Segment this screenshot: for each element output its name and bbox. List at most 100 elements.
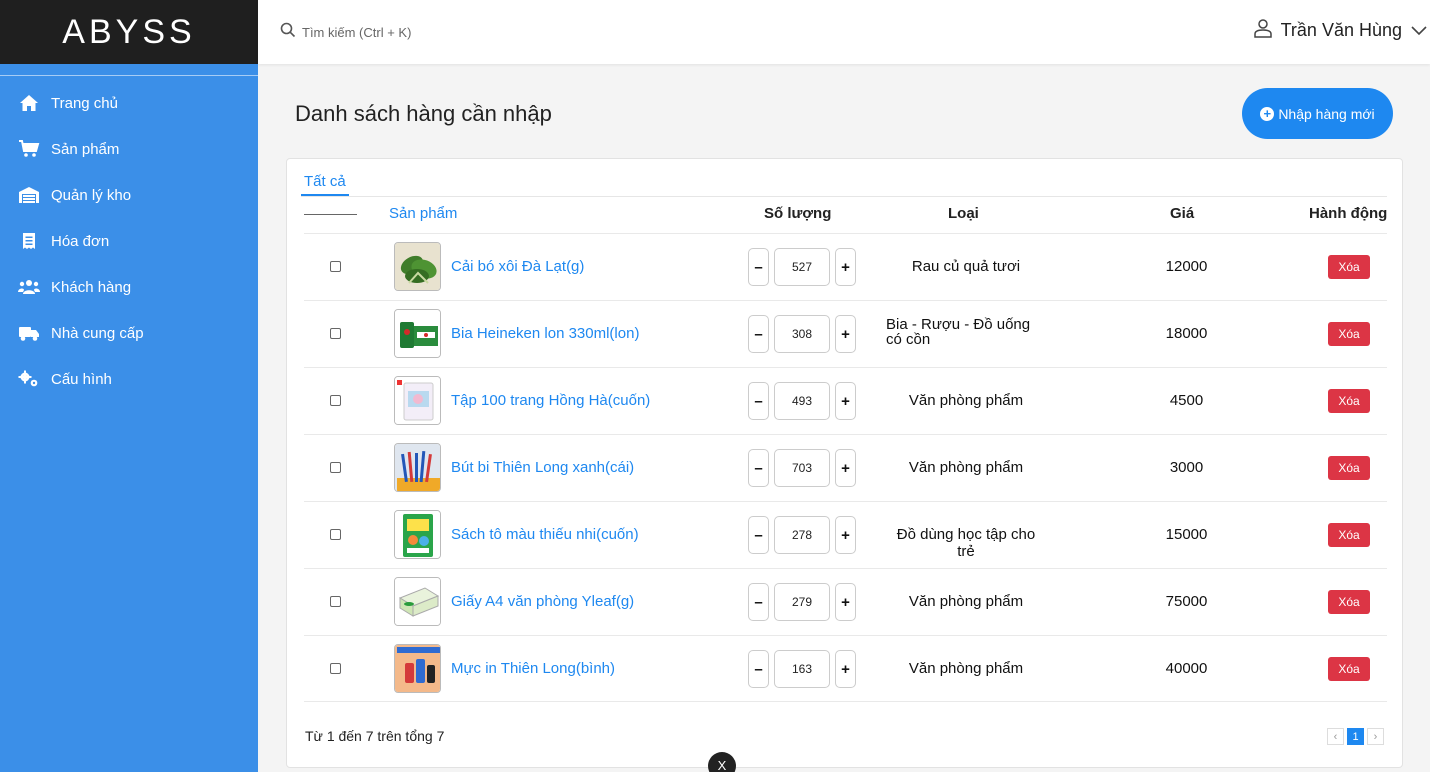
table-row: Bút bi Thiên Long xanh(cái) – + Văn phòn… [304, 434, 1387, 501]
quantity-input[interactable] [774, 382, 830, 420]
product-name-link[interactable]: Tập 100 trang Hồng Hà(cuốn) [451, 392, 650, 409]
users-icon [18, 276, 40, 298]
product-name-link[interactable]: Bút bi Thiên Long xanh(cái) [451, 459, 634, 476]
row-checkbox[interactable] [330, 395, 341, 406]
sidebar-item-customers[interactable]: Khách hàng [18, 276, 131, 298]
sidebar-item-label: Hóa đơn [51, 232, 110, 250]
product-thumbnail [394, 577, 441, 626]
table-header: Sản phẩm Số lượng Loại Giá Hành động [304, 199, 1404, 233]
row-checkbox[interactable] [330, 462, 341, 473]
home-icon [18, 92, 40, 114]
table-row: Cải bó xôi Đà Lạt(g) – + Rau củ quả tươi… [304, 233, 1387, 300]
column-header-product[interactable]: Sản phẩm [389, 205, 457, 222]
sidebar-item-settings[interactable]: Cấu hình [18, 368, 112, 390]
user-menu[interactable]: Trần Văn Hùng [1253, 18, 1430, 43]
product-category: Văn phòng phẩm [908, 593, 1024, 610]
cart-icon [18, 138, 40, 160]
delete-button[interactable]: Xóa [1328, 590, 1370, 614]
product-category: Đồ dùng học tập cho trẻ [896, 526, 1036, 560]
plus-circle-icon: + [1260, 106, 1275, 121]
sidebar-item-suppliers[interactable]: Nhà cung cấp [18, 322, 144, 344]
sidebar-item-warehouse[interactable]: Quản lý kho [18, 184, 131, 206]
app-logo[interactable]: ABYSS [62, 13, 195, 52]
increase-quantity-button[interactable]: + [835, 516, 856, 554]
quantity-input[interactable] [774, 650, 830, 688]
decrease-quantity-button[interactable]: – [748, 382, 769, 420]
product-name-link[interactable]: Bia Heineken lon 330ml(lon) [451, 325, 639, 342]
sidebar-item-label: Quản lý kho [51, 186, 132, 204]
quantity-input[interactable] [774, 315, 830, 353]
delete-button[interactable]: Xóa [1328, 255, 1370, 279]
sidebar-item-invoices[interactable]: Hóa đơn [18, 230, 109, 252]
next-page-button[interactable]: › [1367, 728, 1384, 745]
user-name: Trần Văn Hùng [1280, 20, 1402, 40]
column-header-category: Loại [948, 205, 979, 222]
logo-bar: ABYSS [0, 0, 258, 64]
increase-quantity-button[interactable]: + [835, 583, 856, 621]
sidebar [0, 64, 258, 772]
row-checkbox[interactable] [330, 261, 341, 272]
decrease-quantity-button[interactable]: – [748, 449, 769, 487]
row-checkbox[interactable] [330, 596, 341, 607]
new-import-button[interactable]: + Nhập hàng mới [1242, 88, 1393, 139]
column-header-price: Giá [1170, 205, 1195, 222]
product-price: 4500 [1169, 392, 1204, 409]
tab-all[interactable]: Tất cả [301, 173, 349, 196]
select-all-column-header [304, 214, 357, 215]
product-category: Văn phòng phẩm [908, 660, 1024, 677]
sidebar-item-label: Khách hàng [51, 278, 132, 296]
sidebar-item-products[interactable]: Sản phẩm [18, 138, 119, 160]
product-category: Văn phòng phẩm [908, 459, 1024, 476]
new-import-label: Nhập hàng mới [1278, 105, 1375, 122]
page-button[interactable]: 1 [1347, 728, 1364, 745]
search-icon [280, 22, 296, 43]
increase-quantity-button[interactable]: + [835, 382, 856, 420]
search-input[interactable] [302, 25, 602, 40]
top-header: Trần Văn Hùng [258, 0, 1430, 64]
product-category: Văn phòng phẩm [908, 392, 1024, 409]
quantity-input[interactable] [774, 449, 830, 487]
product-price: 15000 [1165, 526, 1208, 543]
row-checkbox[interactable] [330, 328, 341, 339]
quantity-input[interactable] [774, 248, 830, 286]
delete-button[interactable]: Xóa [1328, 389, 1370, 413]
quantity-input[interactable] [774, 516, 830, 554]
product-thumbnail [394, 644, 441, 693]
decrease-quantity-button[interactable]: – [748, 516, 769, 554]
chevron-down-icon [1410, 20, 1428, 41]
quantity-input[interactable] [774, 583, 830, 621]
delete-button[interactable]: Xóa [1328, 322, 1370, 346]
decrease-quantity-button[interactable]: – [748, 315, 769, 353]
row-checkbox[interactable] [330, 529, 341, 540]
product-thumbnail [394, 309, 441, 358]
product-name-link[interactable]: Cải bó xôi Đà Lạt(g) [451, 258, 584, 275]
decrease-quantity-button[interactable]: – [748, 583, 769, 621]
warehouse-icon [18, 184, 40, 206]
product-category: Rau củ quả tươi [911, 258, 1021, 275]
decrease-quantity-button[interactable]: – [748, 650, 769, 688]
increase-quantity-button[interactable]: + [835, 449, 856, 487]
increase-quantity-button[interactable]: + [835, 650, 856, 688]
product-category: Bia - Rượu - Đồ uống có cồn [886, 316, 1031, 348]
floating-close-button[interactable]: X [708, 752, 736, 772]
table-row: Sách tô màu thiếu nhi(cuốn) – + Đồ dùng … [304, 501, 1387, 568]
prev-page-button[interactable]: ‹ [1327, 728, 1344, 745]
invoice-icon [18, 230, 40, 252]
product-name-link[interactable]: Sách tô màu thiếu nhi(cuốn) [451, 526, 639, 543]
sidebar-item-label: Nhà cung cấp [51, 324, 144, 342]
increase-quantity-button[interactable]: + [835, 248, 856, 286]
sidebar-item-label: Cấu hình [51, 370, 112, 388]
sidebar-item-home[interactable]: Trang chủ [18, 92, 118, 114]
increase-quantity-button[interactable]: + [835, 315, 856, 353]
pagination: ‹ 1 › [1327, 728, 1384, 745]
decrease-quantity-button[interactable]: – [748, 248, 769, 286]
row-checkbox[interactable] [330, 663, 341, 674]
delete-button[interactable]: Xóa [1328, 456, 1370, 480]
delete-button[interactable]: Xóa [1328, 523, 1370, 547]
table-row: Mực in Thiên Long(bình) – + Văn phòng ph… [304, 635, 1387, 702]
product-thumbnail [394, 242, 441, 291]
product-name-link[interactable]: Giấy A4 văn phòng Yleaf(g) [451, 593, 634, 610]
product-name-link[interactable]: Mực in Thiên Long(bình) [451, 660, 615, 677]
pagination-info: Từ 1 đến 7 trên tổng 7 [305, 728, 445, 744]
delete-button[interactable]: Xóa [1328, 657, 1370, 681]
